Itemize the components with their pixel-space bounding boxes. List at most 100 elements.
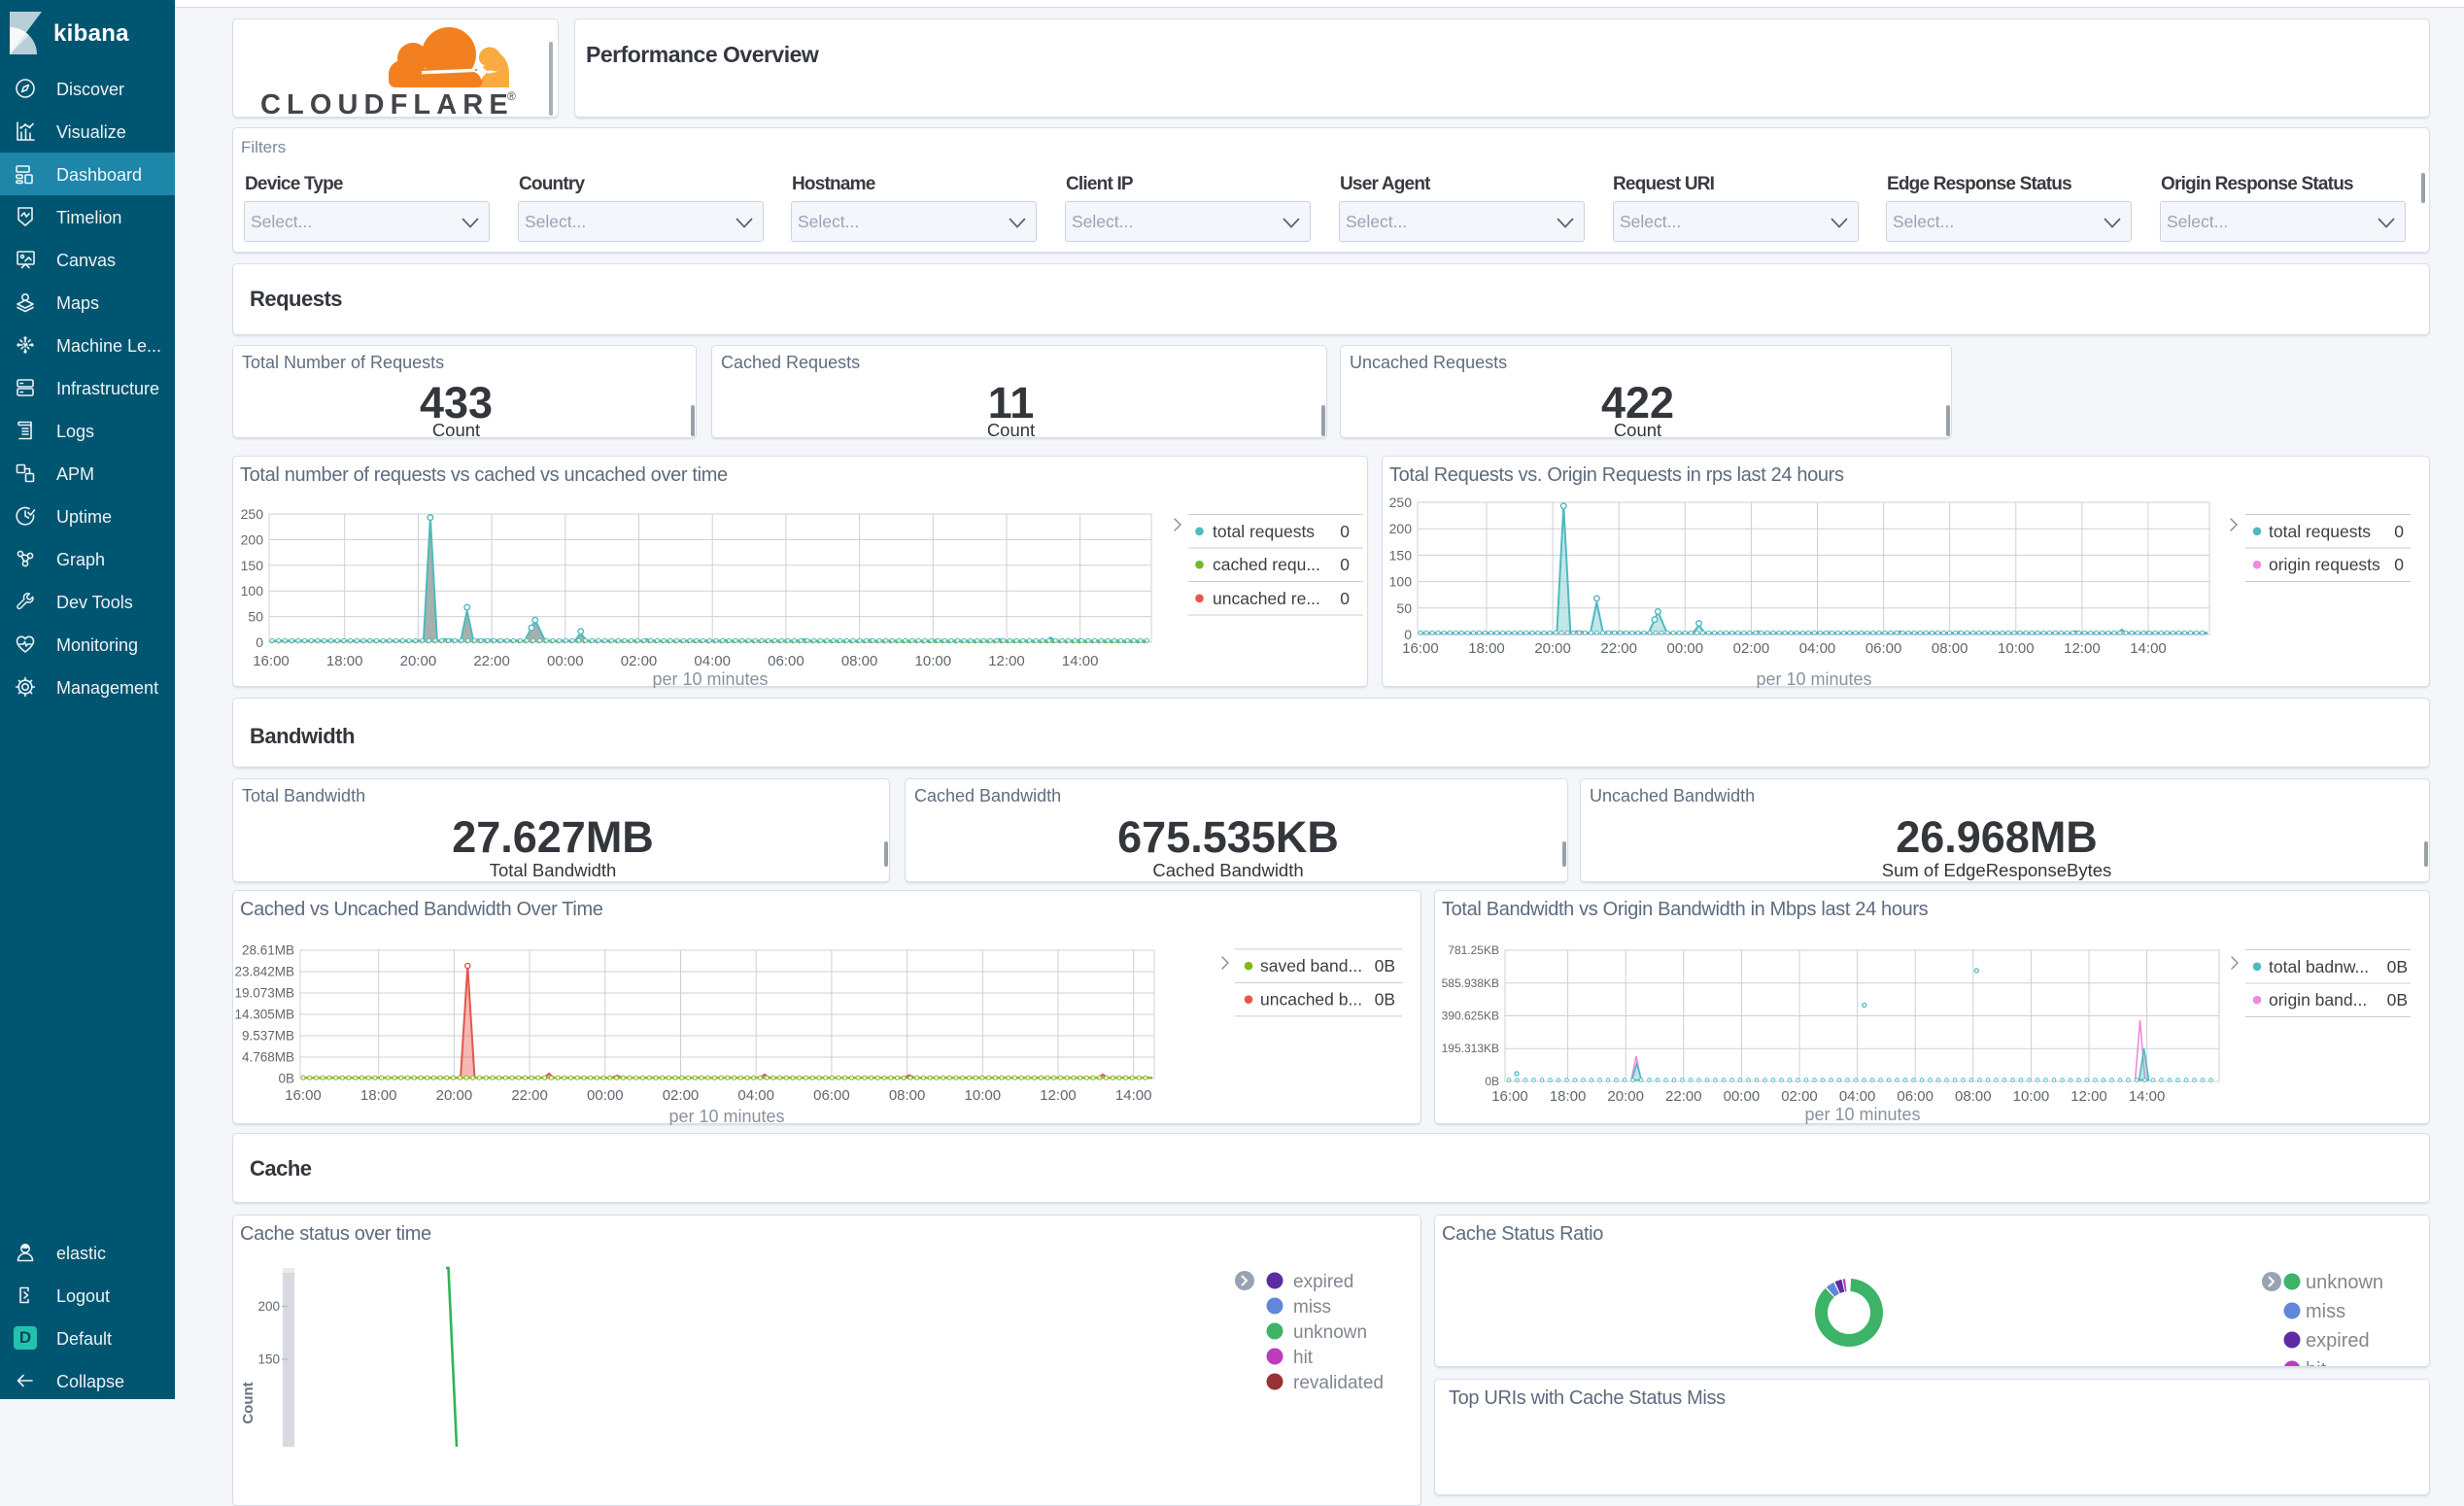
- svg-text:16:00: 16:00: [1491, 1088, 1528, 1105]
- svg-text:12:00: 12:00: [1040, 1087, 1077, 1104]
- svg-text:total requests: total requests: [1213, 522, 1315, 541]
- svg-text:18:00: 18:00: [1550, 1088, 1587, 1105]
- svg-text:18:00: 18:00: [360, 1087, 397, 1104]
- svg-text:14:00: 14:00: [2129, 1088, 2166, 1105]
- svg-text:Count: Count: [240, 1382, 257, 1423]
- svg-text:150: 150: [1389, 547, 1413, 563]
- svg-text:02:00: 02:00: [663, 1087, 700, 1104]
- svg-text:19.073MB: 19.073MB: [234, 986, 294, 1001]
- svg-text:150: 150: [241, 558, 264, 573]
- svg-text:0B: 0B: [2387, 990, 2408, 1010]
- svg-text:per 10 minutes: per 10 minutes: [1804, 1105, 1920, 1124]
- svg-text:22:00: 22:00: [1600, 640, 1637, 657]
- svg-text:02:00: 02:00: [1733, 640, 1770, 657]
- svg-text:0: 0: [1340, 589, 1350, 608]
- svg-text:0: 0: [256, 634, 263, 650]
- svg-text:50: 50: [248, 609, 263, 625]
- svg-text:0B: 0B: [2387, 957, 2408, 976]
- svg-text:16:00: 16:00: [1402, 640, 1439, 657]
- svg-text:22:00: 22:00: [473, 653, 510, 669]
- svg-text:14:00: 14:00: [2130, 640, 2167, 657]
- svg-text:04:00: 04:00: [694, 653, 731, 669]
- svg-text:20:00: 20:00: [436, 1087, 473, 1104]
- svg-text:06:00: 06:00: [813, 1087, 850, 1104]
- svg-text:23.842MB: 23.842MB: [234, 965, 294, 979]
- svg-text:20:00: 20:00: [1534, 640, 1571, 657]
- svg-text:unknown: unknown: [2306, 1272, 2383, 1293]
- svg-text:22:00: 22:00: [1665, 1088, 1702, 1105]
- svg-text:revalidated: revalidated: [1293, 1373, 1384, 1393]
- svg-text:12:00: 12:00: [988, 653, 1025, 669]
- svg-text:miss: miss: [2306, 1301, 2345, 1322]
- svg-text:390.625KB: 390.625KB: [1442, 1010, 1499, 1023]
- svg-text:04:00: 04:00: [737, 1087, 774, 1104]
- svg-text:18:00: 18:00: [1468, 640, 1505, 657]
- svg-text:expired: expired: [2306, 1330, 2370, 1352]
- svg-text:16:00: 16:00: [253, 653, 290, 669]
- svg-text:08:00: 08:00: [1955, 1088, 1992, 1105]
- svg-text:10:00: 10:00: [2013, 1088, 2050, 1105]
- svg-text:unknown: unknown: [1293, 1322, 1367, 1343]
- svg-text:200: 200: [1389, 521, 1413, 536]
- svg-text:origin requests: origin requests: [2269, 555, 2380, 574]
- svg-text:0: 0: [1340, 522, 1350, 541]
- svg-text:20:00: 20:00: [1607, 1088, 1644, 1105]
- svg-text:12:00: 12:00: [2070, 1088, 2107, 1105]
- svg-text:04:00: 04:00: [1799, 640, 1836, 657]
- svg-text:18:00: 18:00: [326, 653, 363, 669]
- svg-text:20:00: 20:00: [400, 653, 437, 669]
- svg-text:200: 200: [241, 531, 264, 547]
- svg-text:0B: 0B: [1375, 990, 1395, 1010]
- svg-text:origin band...: origin band...: [2269, 990, 2367, 1010]
- svg-text:0: 0: [1340, 555, 1350, 574]
- svg-text:14:00: 14:00: [1062, 653, 1099, 669]
- svg-text:150: 150: [257, 1352, 280, 1367]
- svg-text:0B: 0B: [1375, 956, 1395, 975]
- svg-text:06:00: 06:00: [1865, 640, 1902, 657]
- svg-text:10:00: 10:00: [1998, 640, 2035, 657]
- svg-text:585.938KB: 585.938KB: [1442, 976, 1499, 990]
- svg-text:14:00: 14:00: [1115, 1087, 1152, 1104]
- svg-text:100: 100: [1389, 574, 1413, 590]
- svg-text:28.61MB: 28.61MB: [242, 943, 294, 958]
- svg-text:per 10 minutes: per 10 minutes: [668, 1107, 784, 1125]
- svg-text:9.537MB: 9.537MB: [242, 1029, 294, 1044]
- svg-text:10:00: 10:00: [965, 1087, 1002, 1104]
- svg-text:4.768MB: 4.768MB: [242, 1050, 294, 1065]
- svg-text:00:00: 00:00: [547, 653, 584, 669]
- svg-text:195.313KB: 195.313KB: [1442, 1042, 1499, 1055]
- svg-text:10:00: 10:00: [915, 653, 952, 669]
- svg-text:total badnw...: total badnw...: [2269, 957, 2369, 976]
- svg-text:00:00: 00:00: [1667, 640, 1704, 657]
- svg-text:16:00: 16:00: [285, 1087, 322, 1104]
- svg-text:saved band...: saved band...: [1260, 956, 1362, 975]
- svg-text:06:00: 06:00: [768, 653, 804, 669]
- svg-text:12:00: 12:00: [2064, 640, 2101, 657]
- svg-text:06:00: 06:00: [1897, 1088, 1934, 1105]
- svg-text:per 10 minutes: per 10 minutes: [652, 669, 768, 688]
- svg-text:00:00: 00:00: [1724, 1088, 1761, 1105]
- svg-text:cached requ...: cached requ...: [1213, 555, 1320, 574]
- svg-text:02:00: 02:00: [621, 653, 658, 669]
- svg-text:08:00: 08:00: [1932, 640, 1968, 657]
- svg-text:miss: miss: [1293, 1297, 1331, 1318]
- svg-text:per 10 minutes: per 10 minutes: [1756, 669, 1871, 688]
- svg-text:hit: hit: [1293, 1348, 1314, 1368]
- svg-text:0B: 0B: [1485, 1075, 1499, 1088]
- svg-text:14.305MB: 14.305MB: [234, 1008, 294, 1022]
- svg-text:200: 200: [257, 1299, 280, 1314]
- svg-text:781.25KB: 781.25KB: [1448, 943, 1499, 957]
- svg-text:expired: expired: [1293, 1272, 1353, 1292]
- svg-text:0: 0: [2394, 555, 2404, 574]
- svg-text:total requests: total requests: [2269, 522, 2371, 541]
- svg-text:04:00: 04:00: [1839, 1088, 1876, 1105]
- svg-text:hit: hit: [2306, 1359, 2327, 1366]
- svg-text:08:00: 08:00: [889, 1087, 926, 1104]
- svg-text:uncached b...: uncached b...: [1260, 990, 1362, 1010]
- svg-text:22:00: 22:00: [511, 1087, 548, 1104]
- svg-text:uncached re...: uncached re...: [1213, 589, 1320, 608]
- svg-text:08:00: 08:00: [841, 653, 878, 669]
- svg-text:50: 50: [1396, 600, 1412, 616]
- svg-text:02:00: 02:00: [1781, 1088, 1818, 1105]
- svg-text:250: 250: [241, 506, 264, 522]
